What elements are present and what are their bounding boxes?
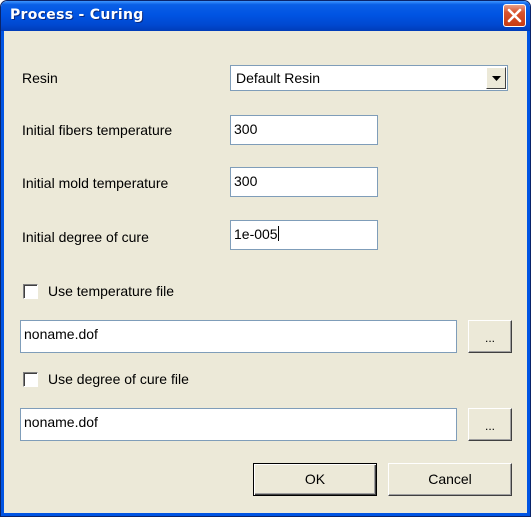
use-temperature-file-checkbox[interactable]	[23, 284, 38, 299]
resin-label: Resin	[22, 70, 58, 86]
use-temperature-file-label: Use temperature file	[48, 283, 175, 299]
window-frame-bottom	[1, 513, 530, 516]
fibers-temperature-input[interactable]: 300	[230, 115, 378, 145]
browse-temperature-file-button[interactable]: ...	[468, 320, 512, 353]
temperature-file-input[interactable]: noname.dof	[20, 320, 457, 353]
resin-dropdown-button[interactable]	[486, 67, 506, 89]
degree-of-cure-value: 1e-005	[234, 226, 278, 242]
resin-select[interactable]: Default Resin	[230, 65, 508, 91]
use-cure-file-checkbox[interactable]	[23, 372, 38, 387]
fibers-temperature-label: Initial fibers temperature	[22, 122, 173, 138]
title-bar[interactable]: Process - Curing	[1, 1, 530, 31]
process-curing-dialog: Process - Curing Resin Default Resin Ini…	[0, 0, 531, 517]
mold-temperature-label: Initial mold temperature	[22, 175, 169, 191]
use-cure-file-label: Use degree of cure file	[48, 371, 189, 387]
resin-selected-value: Default Resin	[236, 70, 321, 86]
close-x-icon	[507, 8, 522, 23]
degree-of-cure-input[interactable]: 1e-005	[230, 220, 378, 250]
dialog-title: Process - Curing	[10, 7, 144, 23]
window-frame-right	[527, 31, 530, 516]
cure-file-input[interactable]: noname.dof	[20, 408, 457, 441]
window-frame-left	[1, 31, 4, 516]
chevron-down-icon	[492, 76, 501, 81]
ok-button[interactable]: OK	[253, 463, 377, 496]
cancel-button[interactable]: Cancel	[388, 463, 512, 496]
close-button[interactable]	[503, 4, 526, 27]
text-cursor	[277, 226, 279, 241]
mold-temperature-input[interactable]: 300	[230, 167, 378, 197]
browse-cure-file-button[interactable]: ...	[468, 408, 512, 441]
degree-of-cure-label: Initial degree of cure	[22, 229, 149, 245]
